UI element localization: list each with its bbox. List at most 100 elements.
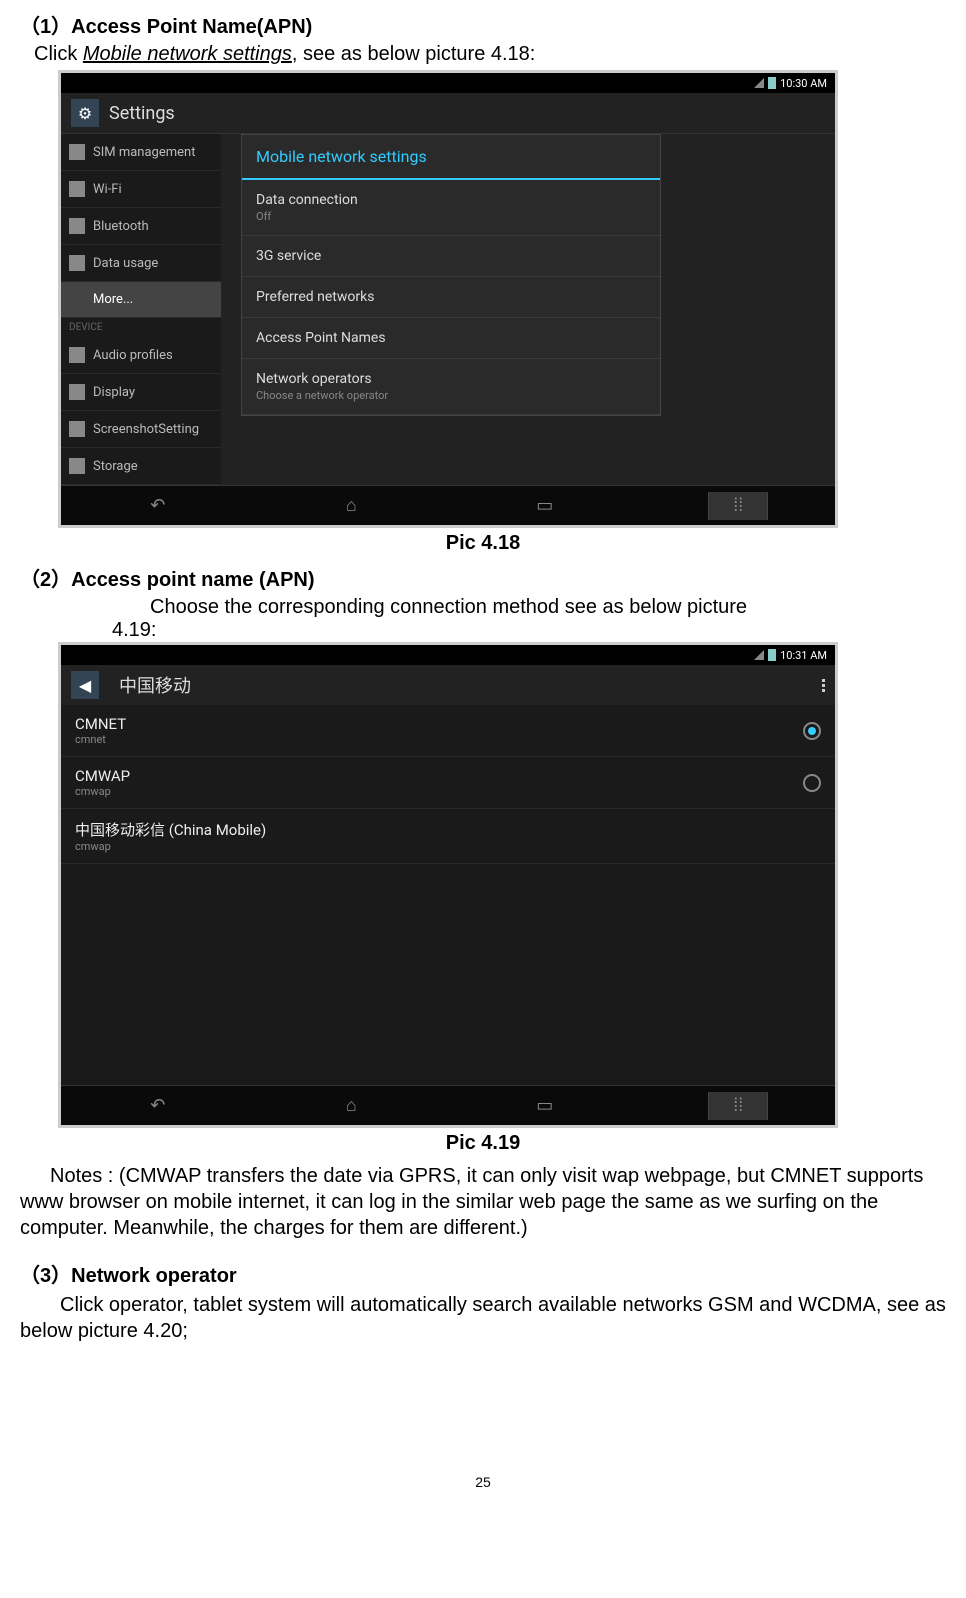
nav-back-button[interactable]: ↶: [128, 492, 188, 520]
nav-recent-button[interactable]: ▭: [515, 1092, 575, 1120]
sidebar-item-wifi[interactable]: Wi-Fi: [61, 171, 221, 208]
sidebar-divider: DEVICE: [61, 318, 221, 337]
apn-title: CMNET: [75, 715, 126, 733]
section1-header: （1）Access Point Name(APN): [20, 10, 946, 39]
app-title: Settings: [109, 103, 175, 124]
status-time: 10:31 AM: [780, 649, 827, 662]
pic-caption-2: Pic 4.19: [20, 1132, 946, 1155]
signal-icon: [754, 650, 764, 660]
apn-header: ◀ 中国移动: [61, 665, 835, 705]
sidebar-label: Bluetooth: [93, 219, 149, 234]
sidebar-label: Display: [93, 385, 135, 400]
android-apn-screenshot: 10:31 AM ◀ 中国移动 CMNET cmnet CMWAP cmwap: [58, 642, 838, 1128]
sidebar-label: ScreenshotSetting: [93, 422, 199, 437]
apn-item-cmwap[interactable]: CMWAP cmwap: [61, 757, 835, 809]
apn-radio[interactable]: [803, 774, 821, 792]
section2-text: Choose the corresponding connection meth…: [150, 596, 946, 619]
storage-icon: [69, 458, 85, 474]
settings-sidebar: SIM management Wi-Fi Bluetooth Data usag…: [61, 134, 221, 485]
nav-screenshot-button[interactable]: ⁞⁞: [708, 492, 768, 520]
section3-header: （3）Network operator: [20, 1259, 946, 1288]
pic-caption-1: Pic 4.18: [20, 532, 946, 555]
sidebar-item-audio[interactable]: Audio profiles: [61, 337, 221, 374]
apn-title: 中国移动: [119, 672, 191, 698]
sidebar-item-data[interactable]: Data usage: [61, 245, 221, 282]
apn-text: 中国移动彩信 (China Mobile) cmwap: [75, 819, 266, 853]
apn-radio-selected[interactable]: [803, 722, 821, 740]
nav-recent-button[interactable]: ▭: [515, 492, 575, 520]
dialog-item-sub: Choose a network operator: [256, 389, 646, 402]
page-number: 25: [20, 1474, 946, 1490]
mobile-network-dialog: Mobile network settings Data connection …: [241, 134, 661, 416]
dialog-item-3g[interactable]: 3G service: [242, 236, 660, 277]
dialog-item-data-connection[interactable]: Data connection Off: [242, 180, 660, 236]
app-header: ⚙ Settings: [61, 93, 835, 134]
dialog-item-label: Data connection: [256, 192, 646, 208]
screenshot-4-18-container: 10:30 AM ⚙ Settings SIM management Wi-Fi…: [58, 70, 908, 528]
sidebar-item-more[interactable]: More...: [61, 282, 221, 318]
status-bar: 10:31 AM: [61, 645, 835, 665]
section2-header: （2）Access point name (APN): [20, 563, 946, 592]
instruction-link: Mobile network settings: [83, 43, 292, 65]
sim-icon: [69, 144, 85, 160]
dialog-title: Mobile network settings: [242, 135, 660, 180]
dialog-item-apn[interactable]: Access Point Names: [242, 318, 660, 359]
sidebar-item-screenshot[interactable]: ScreenshotSetting: [61, 411, 221, 448]
dialog-item-label: Access Point Names: [256, 330, 646, 346]
apn-title: 中国移动彩信 (China Mobile): [75, 819, 266, 840]
nav-bar: ↶ ⌂ ▭ ⁞⁞: [61, 485, 835, 525]
sidebar-item-display[interactable]: Display: [61, 374, 221, 411]
sidebar-label: Audio profiles: [93, 348, 173, 363]
section2-text-sub: 4.19:: [112, 619, 946, 642]
dialog-item-sub: Off: [256, 210, 646, 223]
instruction-suffix: , see as below picture 4.18:: [292, 43, 535, 65]
settings-icon: ⚙: [71, 99, 99, 127]
sidebar-label: Storage: [93, 459, 138, 474]
audio-icon: [69, 347, 85, 363]
apn-body: CMNET cmnet CMWAP cmwap 中国移动彩信 (China Mo…: [61, 705, 835, 1085]
dialog-item-label: Preferred networks: [256, 289, 646, 305]
android-settings-screenshot: 10:30 AM ⚙ Settings SIM management Wi-Fi…: [58, 70, 838, 528]
apn-sub: cmwap: [75, 785, 130, 798]
dialog-item-label: Network operators: [256, 371, 646, 387]
bluetooth-icon: [69, 218, 85, 234]
dialog-item-label: 3G service: [256, 248, 646, 264]
dialog-item-preferred[interactable]: Preferred networks: [242, 277, 660, 318]
apn-sub: cmnet: [75, 733, 126, 746]
data-icon: [69, 255, 85, 271]
sidebar-item-sim[interactable]: SIM management: [61, 134, 221, 171]
nav-bar: ↶ ⌂ ▭ ⁞⁞: [61, 1085, 835, 1125]
notes: Notes : (CMWAP transfers the date via GP…: [20, 1163, 946, 1241]
apn-text: CMWAP cmwap: [75, 767, 130, 798]
apn-title: CMWAP: [75, 767, 130, 785]
section1-instruction: Click Mobile network settings, see as be…: [34, 43, 946, 66]
section3-content: Click operator, tablet system will autom…: [20, 1294, 946, 1342]
sidebar-label: Wi-Fi: [93, 182, 122, 197]
battery-icon: [768, 77, 776, 89]
sidebar-label: Data usage: [93, 256, 158, 271]
sidebar-item-bluetooth[interactable]: Bluetooth: [61, 208, 221, 245]
apn-header-left: ◀ 中国移动: [71, 671, 191, 699]
nav-back-button[interactable]: ↶: [128, 1092, 188, 1120]
sidebar-label: SIM management: [93, 145, 195, 160]
apn-item-mms[interactable]: 中国移动彩信 (China Mobile) cmwap: [61, 809, 835, 864]
menu-button[interactable]: [822, 679, 825, 692]
notes-content: Notes : (CMWAP transfers the date via GP…: [20, 1165, 923, 1239]
signal-icon: [754, 78, 764, 88]
nav-screenshot-button[interactable]: ⁞⁞: [708, 1092, 768, 1120]
apn-item-cmnet[interactable]: CMNET cmnet: [61, 705, 835, 757]
battery-icon: [768, 649, 776, 661]
status-time: 10:30 AM: [780, 77, 827, 90]
screenshot-4-19-container: 10:31 AM ◀ 中国移动 CMNET cmnet CMWAP cmwap: [58, 642, 908, 1128]
screenshot-icon: [69, 421, 85, 437]
nav-home-button[interactable]: ⌂: [321, 492, 381, 520]
section3-text: Click operator, tablet system will autom…: [20, 1292, 946, 1344]
display-icon: [69, 384, 85, 400]
nav-home-button[interactable]: ⌂: [321, 1092, 381, 1120]
instruction-prefix: Click: [34, 43, 83, 65]
status-bar: 10:30 AM: [61, 73, 835, 93]
sidebar-item-storage[interactable]: Storage: [61, 448, 221, 485]
apn-sub: cmwap: [75, 840, 266, 853]
app-back-icon[interactable]: ◀: [71, 671, 99, 699]
dialog-item-operators[interactable]: Network operators Choose a network opera…: [242, 359, 660, 415]
